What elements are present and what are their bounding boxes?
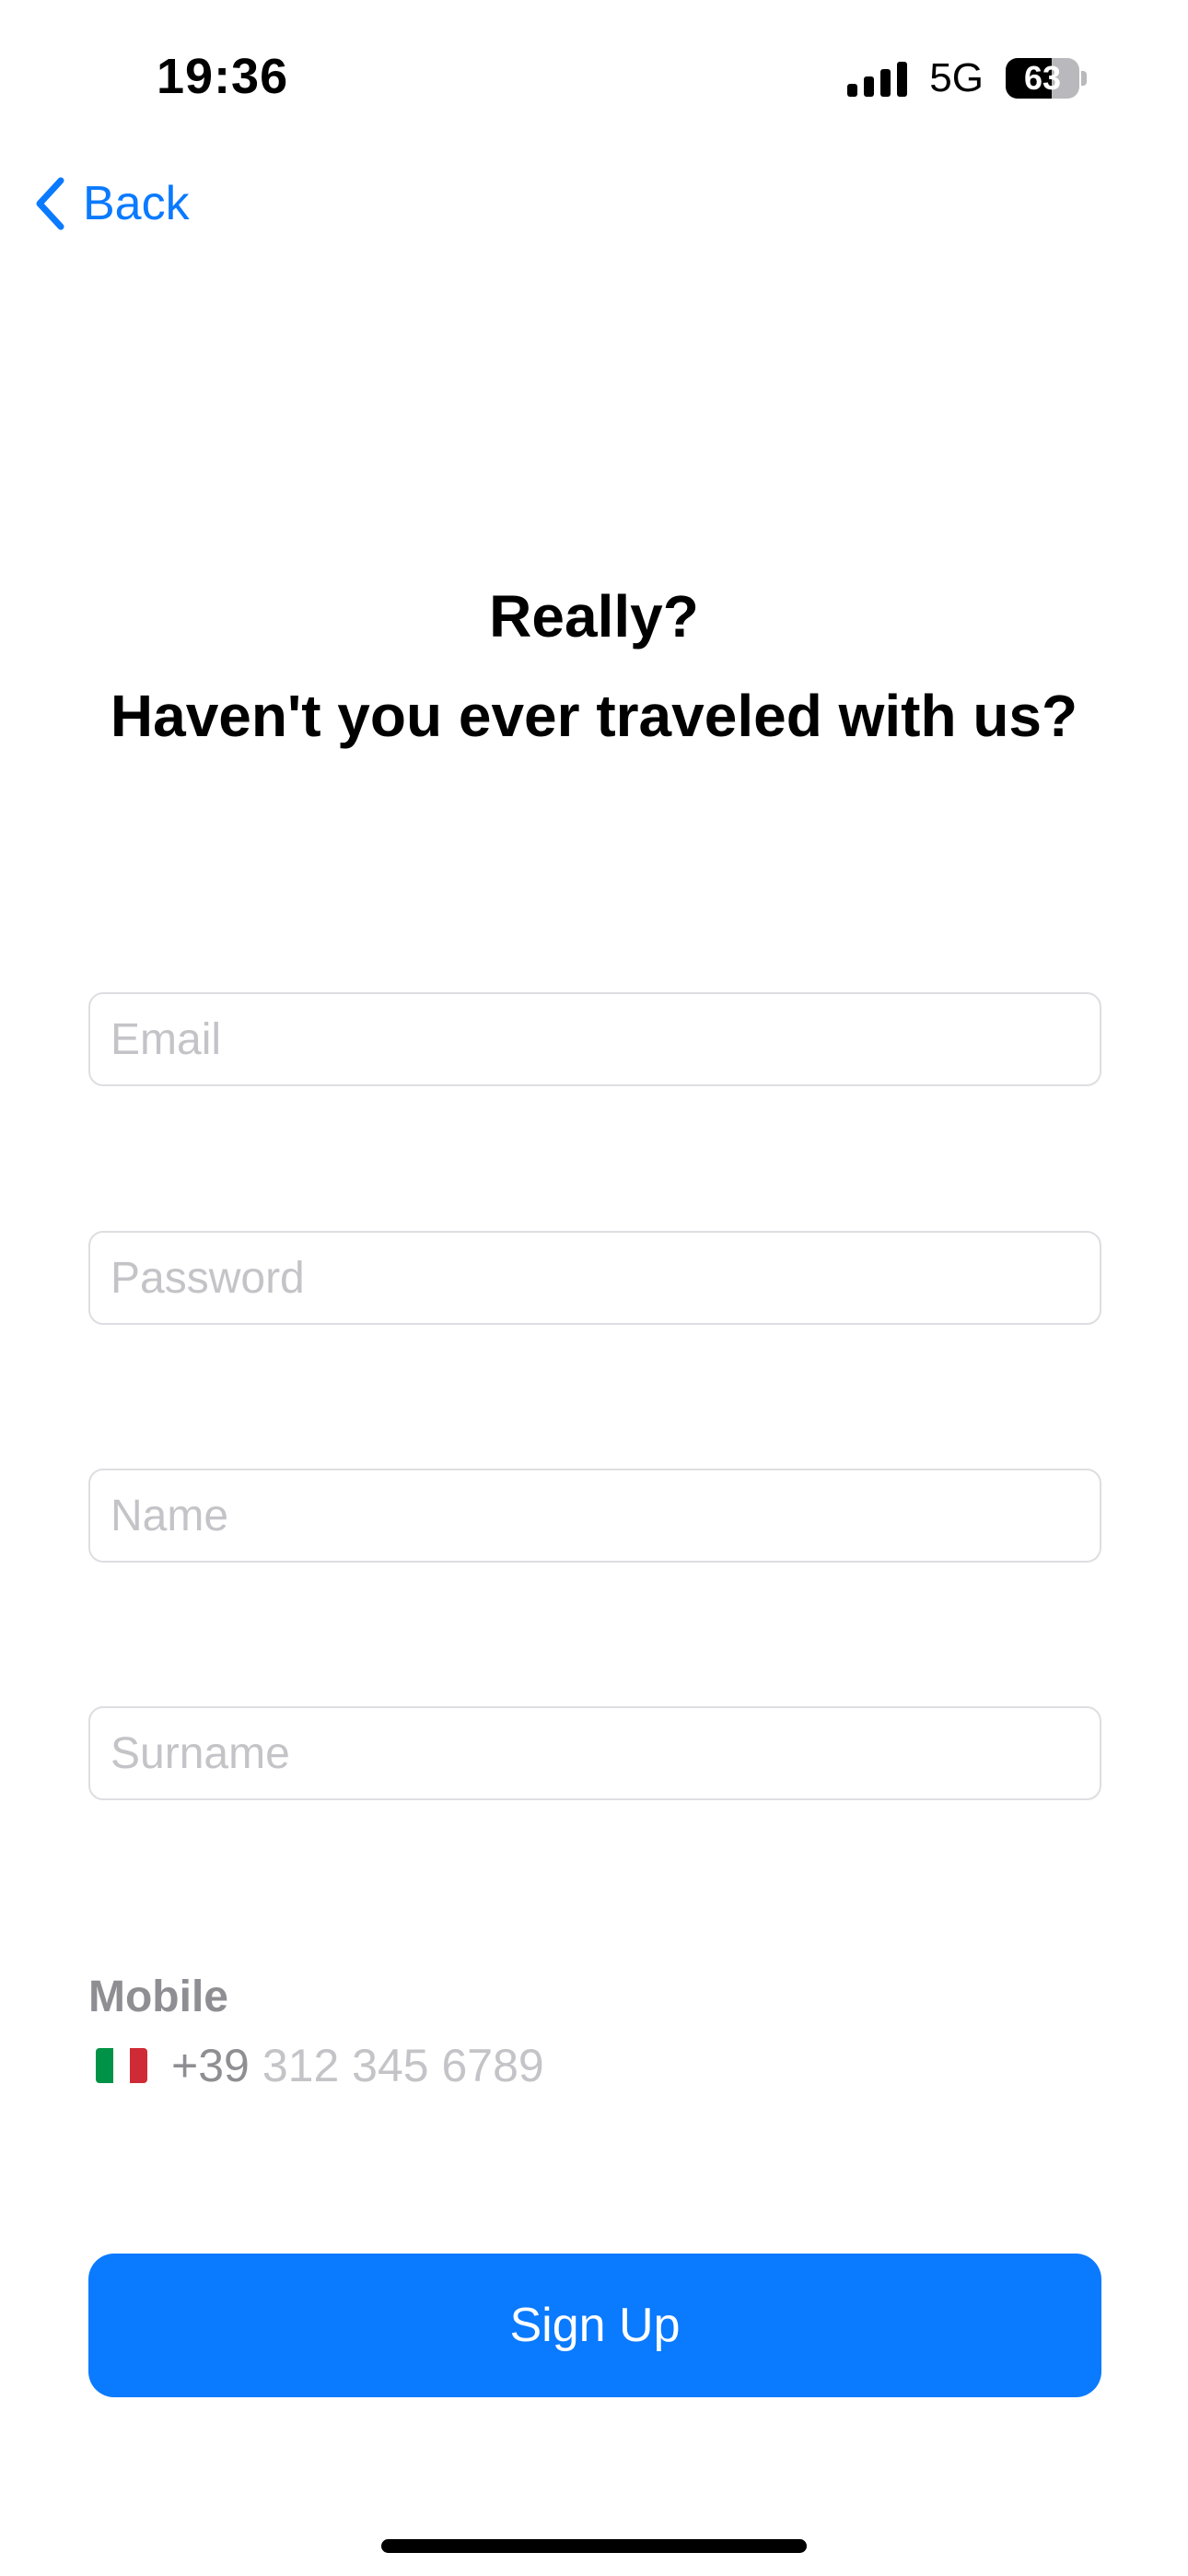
home-indicator[interactable] — [381, 2539, 807, 2553]
cellular-signal-icon — [847, 60, 908, 97]
chevron-left-icon — [33, 175, 66, 232]
italy-flag-icon[interactable] — [96, 2048, 147, 2083]
phone-row: +39 — [96, 2032, 723, 2099]
phone-field[interactable] — [262, 2039, 723, 2092]
battery-icon: 63 — [1006, 58, 1087, 99]
surname-field[interactable] — [88, 1706, 1101, 1800]
mobile-label: Mobile — [88, 1973, 228, 2021]
country-prefix[interactable]: +39 — [171, 2039, 250, 2092]
password-field[interactable] — [88, 1231, 1101, 1325]
status-time: 19:36 — [157, 49, 289, 104]
back-button[interactable]: Back — [33, 175, 190, 232]
battery-level: 63 — [1023, 59, 1062, 97]
signup-button[interactable]: Sign Up — [88, 2254, 1101, 2397]
name-field[interactable] — [88, 1469, 1101, 1563]
page-subtitle: Haven't you ever traveled with us? — [110, 683, 1078, 749]
back-label: Back — [83, 177, 190, 230]
network-type: 5G — [929, 55, 984, 100]
email-field[interactable] — [88, 992, 1101, 1086]
status-indicators: 5G 63 — [847, 55, 1087, 101]
page-title: Really? — [489, 583, 699, 650]
